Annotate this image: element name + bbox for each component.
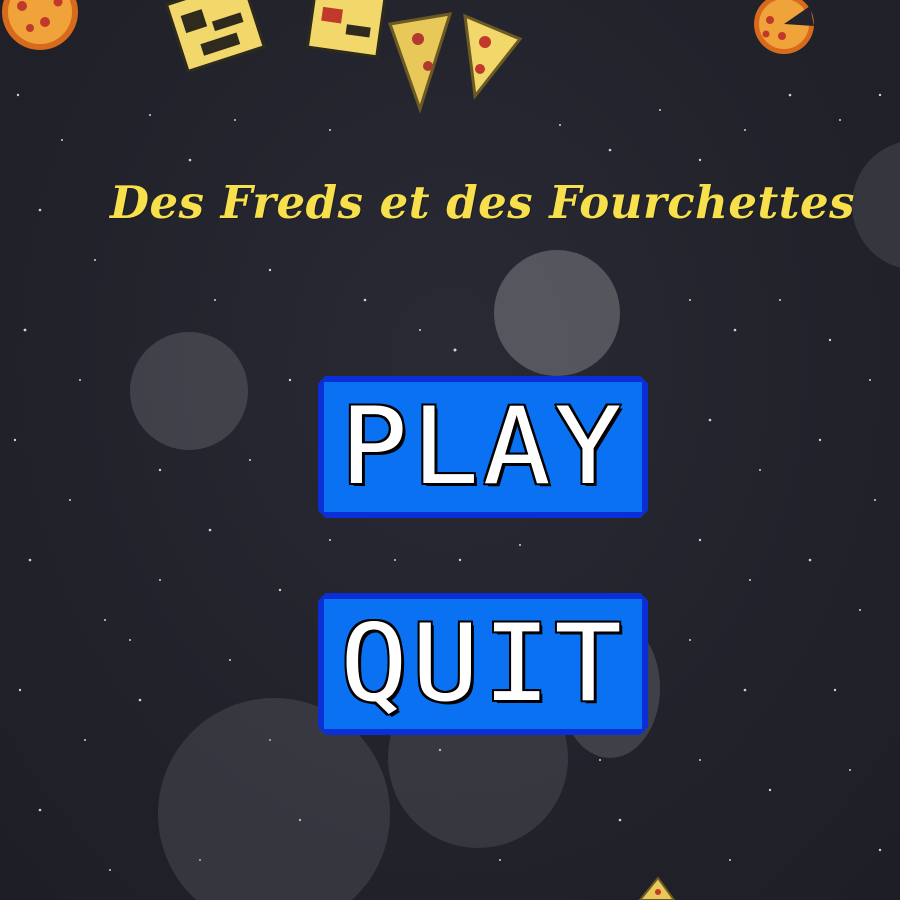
quit-button[interactable]: QUIT [318, 593, 648, 735]
pizza-slice-icon [638, 876, 676, 900]
bokeh-circle [130, 332, 248, 450]
pizza-box-icon [164, 0, 387, 74]
game-title-screen: Des Freds et des Fourchettes PLAY QUIT [0, 0, 900, 900]
quit-button-label: QUIT [340, 602, 626, 726]
game-title: Des Freds et des Fourchettes [110, 176, 856, 229]
play-button-label: PLAY [340, 385, 626, 509]
bokeh-circle [494, 250, 620, 376]
pizza-icon [2, 0, 78, 50]
pizza-icon [754, 0, 814, 54]
pizza-slice-icon [387, 12, 523, 114]
play-button[interactable]: PLAY [318, 376, 648, 518]
